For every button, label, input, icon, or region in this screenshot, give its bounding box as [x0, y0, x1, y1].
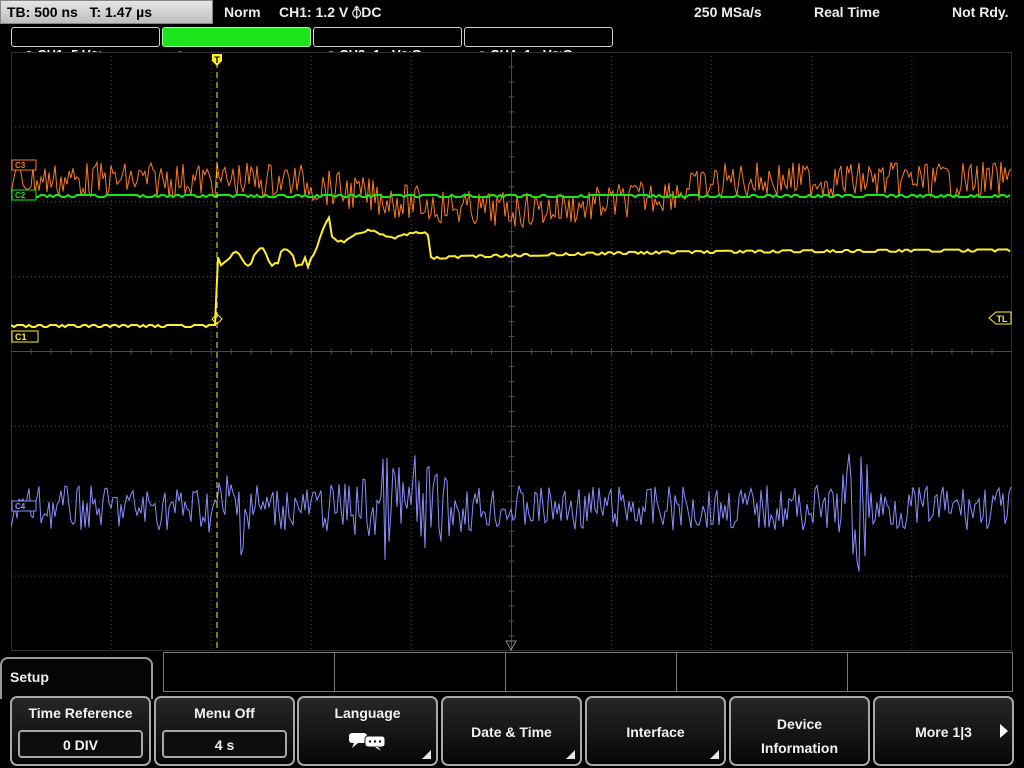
channel-2-badge[interactable]: CH2: 20 mV≅Ω: [162, 27, 311, 62]
softkey-info-strip: [163, 652, 1013, 692]
time-reference-value[interactable]: 0 DIV: [18, 730, 143, 758]
time-reference-softkey[interactable]: Time Reference 0 DIV: [10, 696, 151, 766]
next-page-arrow-icon: [1000, 724, 1008, 738]
interface-label: Interface: [626, 724, 685, 740]
menu-off-softkey[interactable]: Menu Off 4 s: [154, 696, 295, 766]
timebase-readout[interactable]: TB: 500 ns T: 1.47 µs: [0, 0, 213, 24]
info-cell: [677, 653, 848, 691]
sample-rate: 250 MSa/s: [694, 4, 762, 20]
channel-3-ref-marker[interactable]: C3: [11, 159, 37, 171]
graticule: [11, 52, 1012, 651]
channel-1-ref-label: C1: [15, 332, 27, 342]
menu-off-label: Menu Off: [194, 705, 255, 721]
trigger-level-label: TL: [997, 314, 1008, 324]
language-label: Language: [334, 705, 401, 721]
info-cell: [164, 653, 335, 691]
speech-bubbles-icon: [348, 733, 385, 751]
trigger-level-marker[interactable]: TL: [988, 311, 1012, 325]
status-bar: TB: 500 ns T: 1.47 µs Norm CH1: 1.2 V ⦽D…: [0, 0, 1024, 26]
trigger-position-marker[interactable]: T: [212, 54, 222, 66]
language-softkey[interactable]: Language: [297, 696, 438, 766]
info-cell: [335, 653, 506, 691]
channel-4-ref-label: C4: [15, 502, 26, 511]
menu-title-setup: Setup: [0, 657, 153, 699]
channel-2-ref-label: C2: [15, 191, 26, 200]
more-softkey[interactable]: More 1|3: [873, 696, 1014, 766]
interface-softkey[interactable]: Interface: [585, 696, 726, 766]
more-label: More 1|3: [915, 724, 972, 740]
device-information-line1: Device: [776, 716, 823, 732]
channel-4-badge[interactable]: CH4: 1mV≅Ω: [464, 27, 613, 62]
svg-text:T: T: [214, 55, 220, 65]
channel-1-trace: [11, 214, 1011, 329]
channel-2-trace: [11, 193, 1011, 199]
trigger-info[interactable]: CH1: 1.2 V ⦽DC: [279, 0, 382, 24]
channel-3-badge[interactable]: CH3: 1mV≅Ω: [313, 27, 462, 62]
submenu-indicator-icon: [566, 750, 575, 759]
channel-1-badge[interactable]: CH1: 5 V≅: [11, 27, 160, 62]
time-reference-label: Time Reference: [28, 705, 133, 721]
trigger-mode[interactable]: Norm: [224, 0, 261, 24]
waveform-display[interactable]: T TL C1 C2 C3 C4: [11, 52, 1012, 651]
channel-1-ref-marker[interactable]: C1: [11, 330, 39, 343]
device-information-softkey[interactable]: Device Information: [729, 696, 870, 766]
device-information-label: Device Information: [731, 712, 868, 760]
device-information-line2: Information: [761, 740, 838, 756]
menu-off-value[interactable]: 4 s: [162, 730, 287, 758]
date-time-softkey[interactable]: Date & Time: [441, 696, 582, 766]
submenu-indicator-icon: [422, 750, 431, 759]
channel-4-ref-marker[interactable]: C4: [11, 500, 37, 512]
info-cell: [506, 653, 677, 691]
channel-2-ref-marker[interactable]: C2: [11, 189, 37, 201]
acquisition-mode: Real Time: [814, 4, 880, 20]
date-time-label: Date & Time: [471, 724, 552, 740]
acquisition-status: Not Rdy.: [952, 4, 1009, 20]
submenu-indicator-icon: [710, 750, 719, 759]
channel-3-ref-label: C3: [15, 161, 26, 170]
